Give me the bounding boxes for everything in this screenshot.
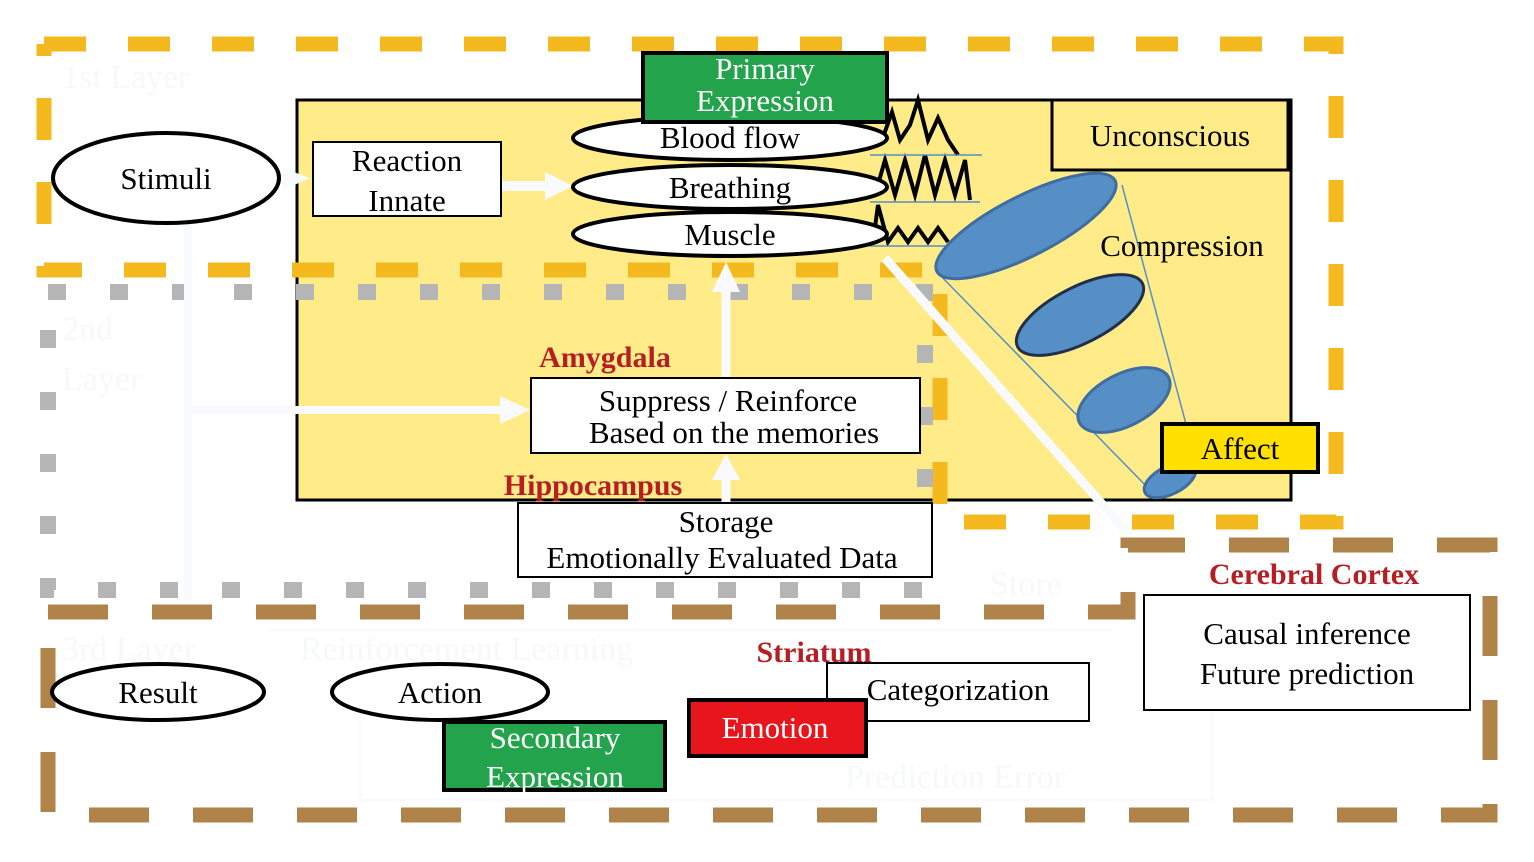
layer1-label: 1st Layer (62, 59, 190, 96)
reaction-label: Reaction (352, 143, 463, 178)
cerebral-cortex-label: Cerebral Cortex (1209, 558, 1419, 591)
store-label: Store (990, 566, 1062, 603)
blood-flow-label: Blood flow (660, 120, 801, 155)
categorization-label: Categorization (867, 672, 1050, 707)
future-prediction-label: Future prediction (1200, 656, 1415, 691)
emotion-model-diagram: 1st Layer 2nd Layer 3rd Layer Reinforcem… (0, 0, 1534, 862)
cerebral-cortex-box (1143, 594, 1471, 711)
unconscious-label: Unconscious (1090, 118, 1250, 153)
expression-label: Expression (696, 83, 834, 118)
storage-label: Storage (679, 504, 774, 539)
breathing-label: Breathing (669, 170, 791, 205)
emotionally-evaluated-data-label: Emotionally Evaluated Data (546, 540, 897, 575)
causal-inference-label: Causal inference (1203, 616, 1410, 651)
layer2-label-line1: 2nd (62, 311, 113, 348)
reinforcement-learning-label: Reinforcement Learning (300, 631, 633, 668)
result-label: Result (118, 675, 198, 710)
memories-label: Based on the memories (589, 415, 879, 450)
secondary-expression-label: Expression (486, 759, 624, 794)
innate-label: Innate (368, 183, 445, 218)
secondary-label: Secondary (490, 720, 621, 755)
prediction-error-label: Prediction Error (845, 759, 1066, 796)
stimuli-label: Stimuli (120, 161, 212, 196)
action-label: Action (398, 675, 483, 710)
affect-label: Affect (1201, 431, 1280, 466)
muscle-label: Muscle (684, 217, 775, 252)
amygdala-label: Amygdala (539, 341, 671, 374)
layer2-label-line2: Layer (62, 361, 142, 398)
hippocampus-label: Hippocampus (504, 469, 682, 502)
compression-label: Compression (1100, 228, 1264, 263)
primary-label: Primary (715, 51, 815, 86)
suppress-label: Suppress / Reinforce (599, 383, 857, 418)
diagram-canvas: 1st Layer 2nd Layer 3rd Layer Reinforcem… (36, 36, 1498, 823)
emotion-label: Emotion (722, 710, 829, 745)
